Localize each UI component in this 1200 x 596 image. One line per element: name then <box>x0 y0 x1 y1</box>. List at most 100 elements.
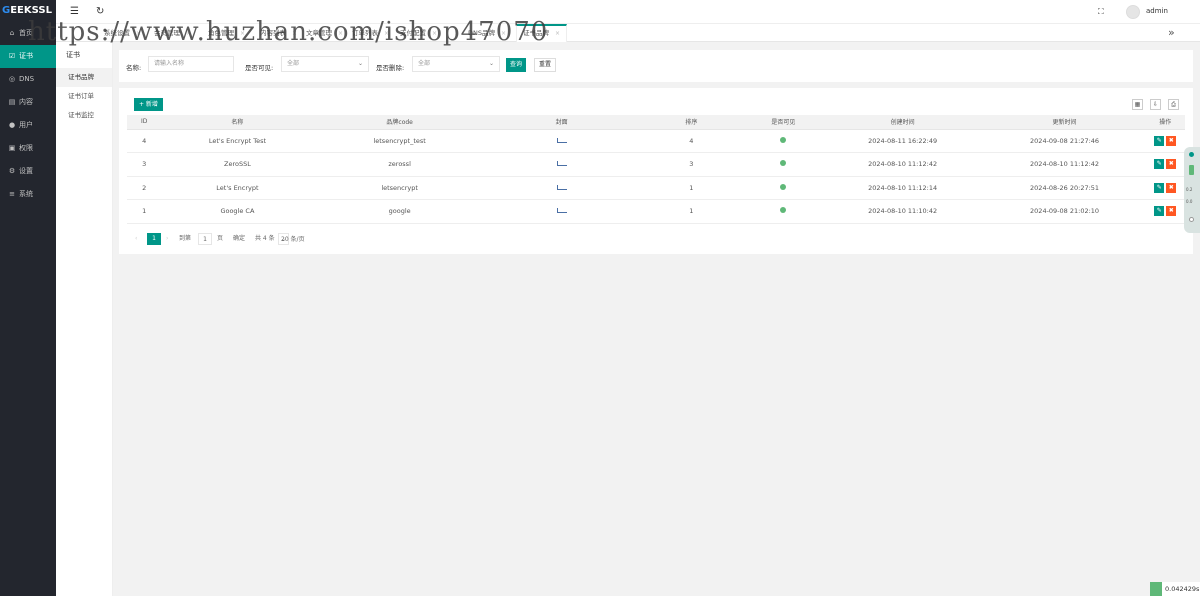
export-icon[interactable]: ⇩ <box>1150 99 1161 110</box>
deleted-label: 是否删除: <box>376 64 405 72</box>
tab-bar: 系统设置 × 会员管理 × 角色管理 × 内容列表 × 文章管理 × 订单列表 × 支付配置 × DNS品牌… <box>56 24 1200 42</box>
sidebar-item-0[interactable]: ⌂ 首页 <box>0 22 56 45</box>
reset-button[interactable]: 重置 <box>534 58 557 72</box>
per-page-select[interactable]: 20 条/页 ⌄ <box>278 233 305 245</box>
next-page-icon[interactable]: › <box>166 233 168 245</box>
visible-status-icon <box>780 183 787 190</box>
table-panel: + 新增 ▦ ⇩ ⎙ ID 名称 品牌code 封面 排序 是否可见 创建时间 更新时间 操作 … <box>119 88 1193 254</box>
table-row[interactable]: 2 Let's Encrypt letsencrypt 1 2024-08-10 11:… <box>127 176 1185 200</box>
tab-label: 订单列表 <box>352 29 378 37</box>
tab-6[interactable]: 支付配置 × <box>400 24 437 42</box>
print-icon[interactable]: ⎙ <box>1168 99 1179 110</box>
delete-icon[interactable]: ✖ <box>1166 135 1177 146</box>
sidebar-item-label: 系统 <box>19 190 33 198</box>
float-value-a: 0.2 <box>1186 187 1193 192</box>
sidebar-item-3[interactable]: ▤ 内容 <box>0 91 56 114</box>
page-1[interactable]: 1 <box>147 233 161 245</box>
edit-icon[interactable]: ✎ <box>1154 159 1165 170</box>
cell-id: 2 <box>127 176 162 200</box>
subnav-item-monitor[interactable]: 证书监控 <box>56 106 112 125</box>
close-icon[interactable]: × <box>501 30 506 37</box>
column-header[interactable]: ID <box>127 115 162 130</box>
query-button[interactable]: 查询 <box>506 58 527 72</box>
sidebar-item-7[interactable]: ≡ 系统 <box>0 183 56 206</box>
cell-cover <box>485 152 638 177</box>
goto-confirm-button[interactable]: 确定 <box>233 233 245 245</box>
tab-1[interactable]: 会员管理 × <box>154 24 191 42</box>
globe-icon: ◎ <box>8 75 16 83</box>
close-icon[interactable]: × <box>292 30 297 37</box>
close-icon[interactable]: × <box>136 30 141 37</box>
delete-icon[interactable]: ✖ <box>1166 206 1177 217</box>
cell-created: 2024-08-10 11:10:42 <box>821 199 984 224</box>
sidebar-item-label: DNS <box>19 75 35 83</box>
deleted-select[interactable]: 全部 ⌄ <box>412 56 500 72</box>
fullscreen-icon[interactable]: ⛶ <box>1098 6 1104 18</box>
column-header[interactable]: 名称 <box>161 115 314 130</box>
sidebar-item-1[interactable]: ☑ 证书 <box>0 45 56 68</box>
close-icon[interactable]: × <box>432 30 437 37</box>
column-header[interactable]: 创建时间 <box>821 115 984 130</box>
subnav-item-order[interactable]: 证书订单 <box>56 87 112 106</box>
column-header[interactable]: 操作 <box>1145 115 1185 130</box>
chevron-down-icon: ⌄ <box>488 60 494 67</box>
cell-created: 2024-08-11 16:22:49 <box>821 129 984 153</box>
column-header[interactable]: 封面 <box>485 115 638 130</box>
add-button[interactable]: + 新增 <box>134 98 163 111</box>
cover-image <box>556 137 567 143</box>
sidebar-item-6[interactable]: ⚙ 设置 <box>0 160 56 183</box>
tab-label: 证书品牌 <box>523 29 549 37</box>
close-icon[interactable]: × <box>186 30 191 37</box>
visible-select[interactable]: 全部 ⌄ <box>281 56 369 72</box>
close-icon[interactable]: × <box>555 30 560 37</box>
tab-0[interactable]: 系统设置 × <box>104 24 141 42</box>
tab-3[interactable]: 内容列表 × <box>260 24 297 42</box>
cell-name: ZeroSSL <box>161 152 314 177</box>
edit-icon[interactable]: ✎ <box>1154 206 1165 217</box>
subnav-item-brand[interactable]: 证书品牌 <box>56 68 112 87</box>
brand-table: ID 名称 品牌code 封面 排序 是否可见 创建时间 更新时间 操作 4 Let's Encr… <box>127 115 1185 224</box>
tabs-more-icon[interactable]: » <box>1168 26 1175 39</box>
tab-7[interactable]: DNS品牌 × <box>468 24 506 42</box>
close-icon[interactable]: × <box>384 30 389 37</box>
refresh-icon[interactable]: ↻ <box>96 6 104 18</box>
tab-label: 内容列表 <box>260 29 286 37</box>
delete-icon[interactable]: ✖ <box>1166 182 1177 193</box>
subnav-title: 证书 <box>66 51 80 59</box>
close-icon[interactable]: × <box>338 30 343 37</box>
column-header[interactable]: 更新时间 <box>983 115 1146 130</box>
column-header[interactable]: 是否可见 <box>745 115 822 130</box>
tab-2[interactable]: 角色管理 × <box>208 24 245 42</box>
sidebar-item-5[interactable]: ▣ 权限 <box>0 137 56 160</box>
table-row[interactable]: 4 Let's Encrypt Test letsencrypt_test 4 2024… <box>127 129 1185 153</box>
menu-toggle-icon[interactable]: ☰ <box>70 6 79 18</box>
prev-page-icon[interactable]: ‹ <box>135 233 137 245</box>
sidebar-item-4[interactable]: ● 用户 <box>0 114 56 137</box>
user-icon: ● <box>8 121 16 129</box>
goto-label: 到第 <box>179 235 192 242</box>
edit-icon[interactable]: ✎ <box>1154 182 1165 193</box>
load-timer: 0.042429s <box>1150 582 1200 596</box>
column-header[interactable]: 品牌code <box>313 115 486 130</box>
floating-toolbar[interactable]: 0.2 0.0 <box>1184 147 1200 233</box>
goto-input[interactable]: 1 <box>198 233 212 245</box>
sidebar-item-label: 设置 <box>19 167 33 175</box>
table-row[interactable]: 1 Google CA google 1 2024-08-10 11:10:42 2024… <box>127 199 1185 224</box>
table-row[interactable]: 3 ZeroSSL zerossl 3 2024-08-10 11:12:42 2024-… <box>127 152 1185 177</box>
edit-icon[interactable]: ✎ <box>1154 135 1165 146</box>
column-header[interactable]: 排序 <box>637 115 746 130</box>
tab-8[interactable]: 证书品牌 × <box>516 24 568 42</box>
tab-4[interactable]: 文章管理 × <box>306 24 343 42</box>
bar-indicator <box>1189 165 1194 175</box>
delete-icon[interactable]: ✖ <box>1166 159 1177 170</box>
close-icon[interactable]: × <box>240 30 245 37</box>
avatar[interactable] <box>1126 5 1140 19</box>
sidebar-item-2[interactable]: ◎ DNS <box>0 68 56 91</box>
user-name[interactable]: admin <box>1146 7 1168 15</box>
cell-sort: 3 <box>637 152 746 177</box>
name-input[interactable]: 请输入名称 <box>148 56 234 72</box>
columns-icon[interactable]: ▦ <box>1132 99 1143 110</box>
cell-updated: 2024-09-08 21:02:10 <box>983 199 1146 224</box>
tab-5[interactable]: 订单列表 × <box>352 24 389 42</box>
settings-icon[interactable] <box>1189 217 1194 222</box>
